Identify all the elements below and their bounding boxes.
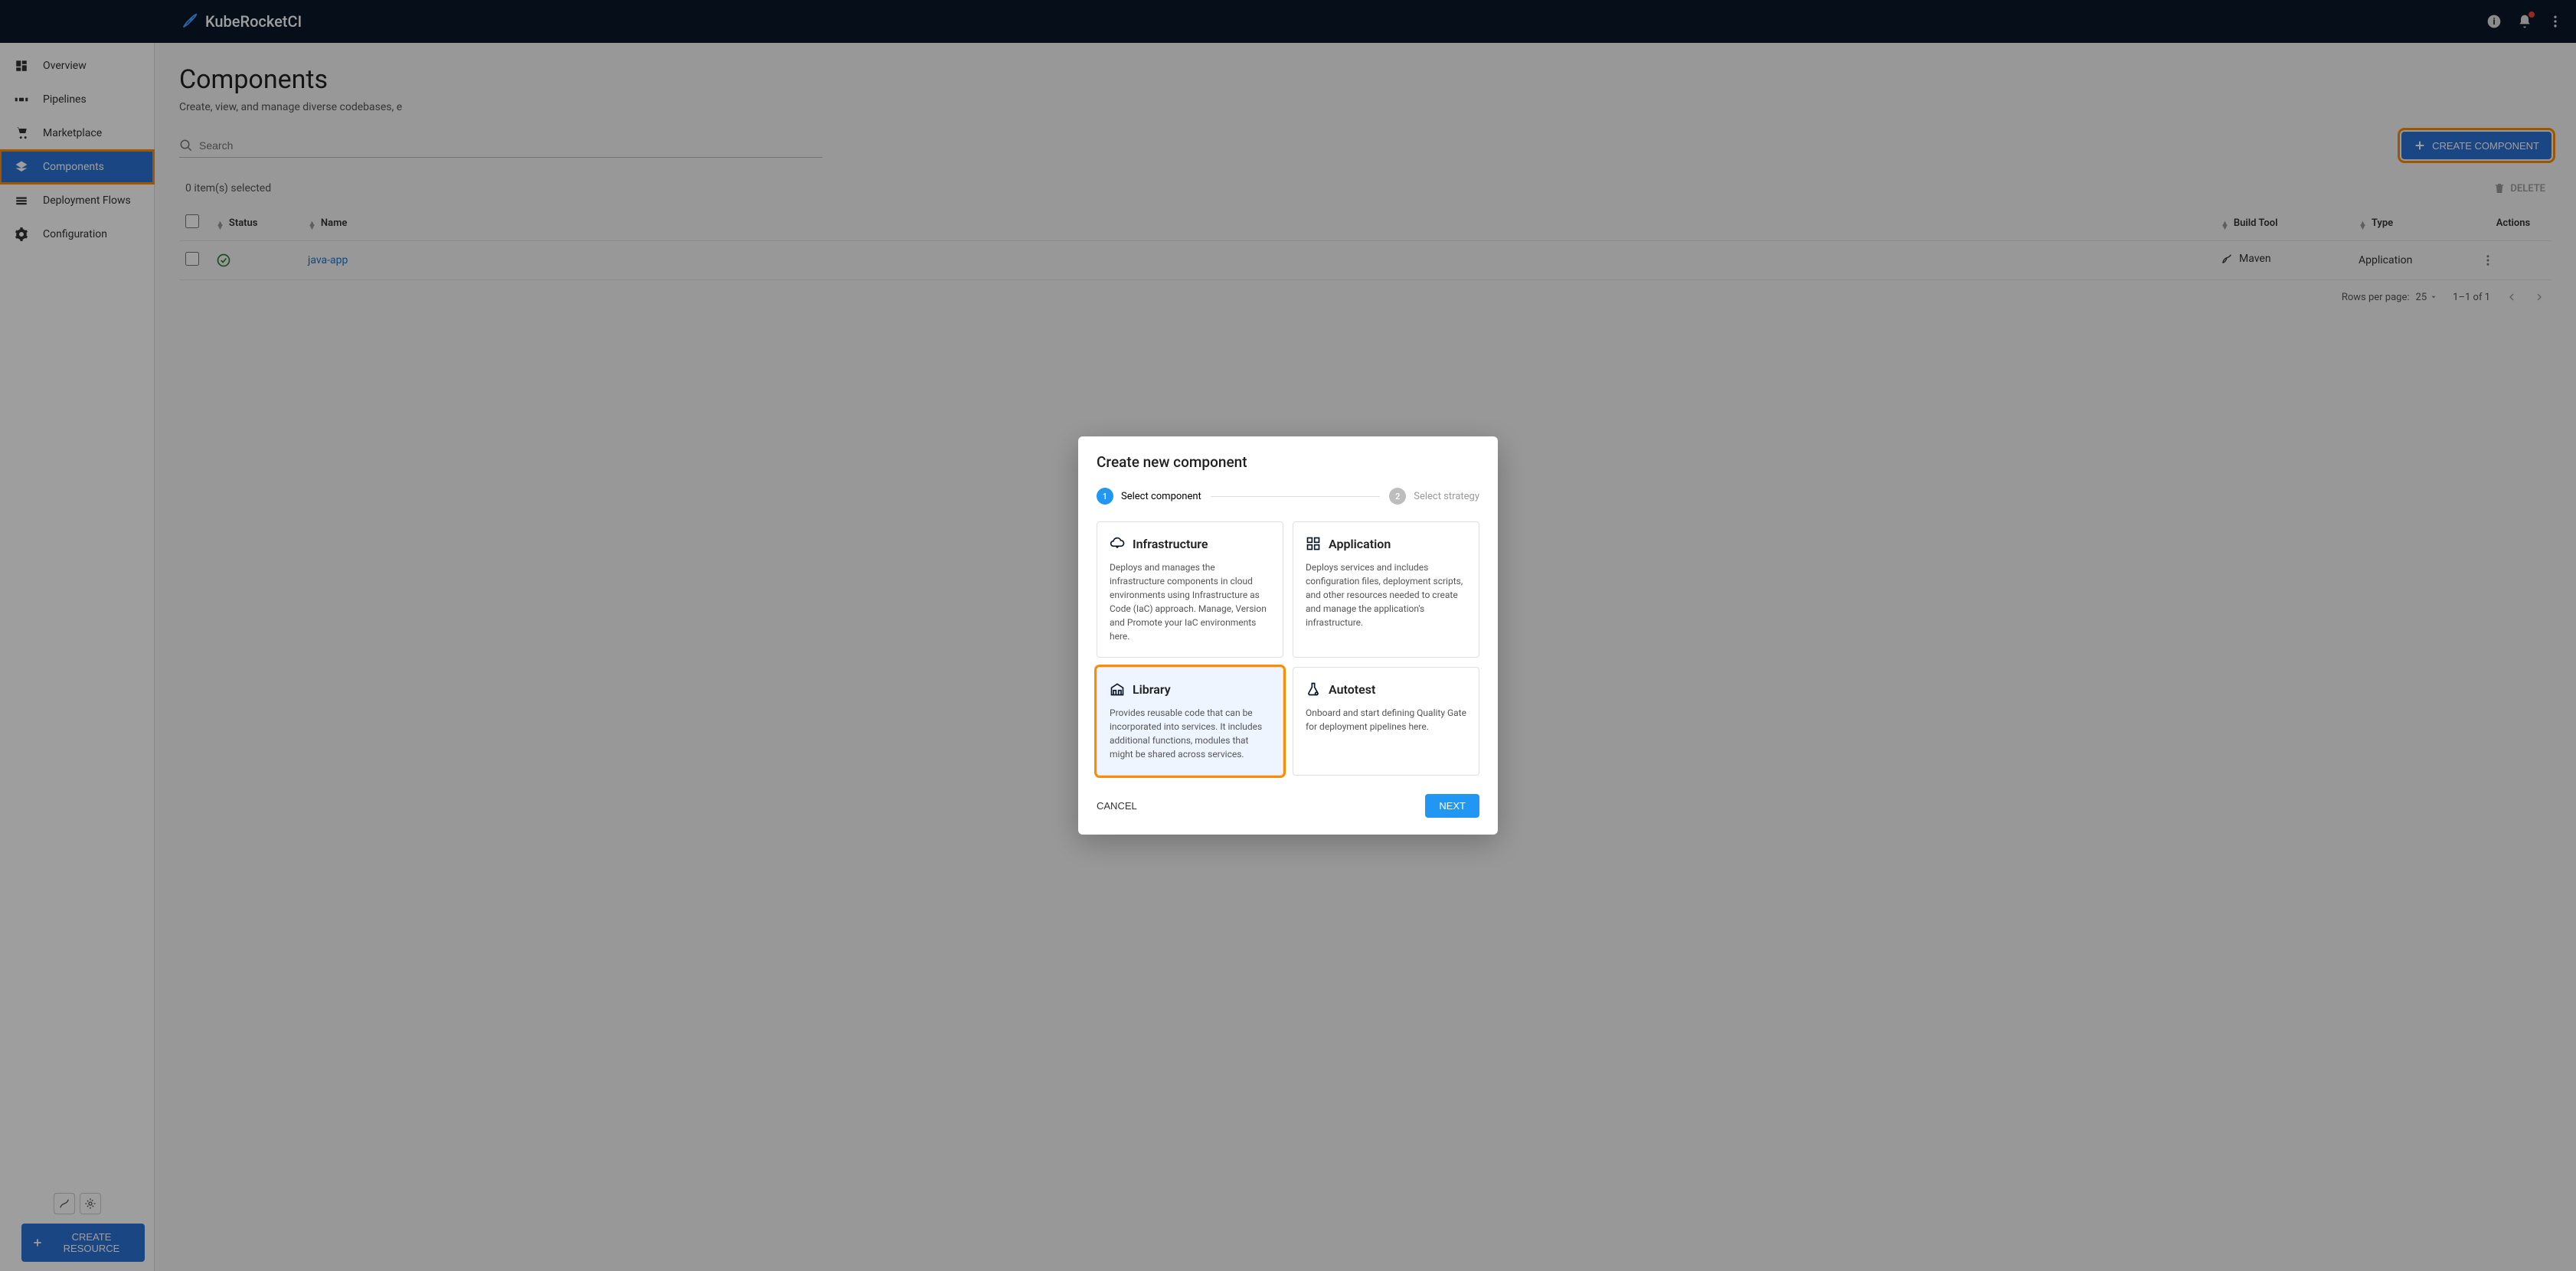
option-title: Library [1133,682,1171,697]
step-1: 1 Select component [1097,488,1201,505]
option-autotest[interactable]: Autotest Onboard and start defining Qual… [1293,667,1479,776]
option-title: Infrastructure [1133,537,1208,551]
option-application[interactable]: Application Deploys services and include… [1293,521,1479,658]
next-button[interactable]: NEXT [1425,794,1479,818]
option-library[interactable]: Library Provides reusable code that can … [1097,667,1283,776]
option-title: Autotest [1329,682,1375,697]
option-title: Application [1329,537,1391,551]
step-number: 2 [1389,488,1406,505]
cloud-icon [1110,536,1125,551]
flask-icon [1306,681,1321,697]
modal-title: Create new component [1097,453,1479,471]
cancel-button[interactable]: CANCEL [1097,800,1137,812]
option-desc: Provides reusable code that can be incor… [1110,706,1270,761]
step-label: Select component [1121,491,1201,502]
modal-overlay[interactable]: Create new component 1 Select component … [0,0,2576,1271]
create-component-modal: Create new component 1 Select component … [1078,436,1498,835]
step-2: 2 Select strategy [1389,488,1479,505]
apps-icon [1306,536,1321,551]
option-desc: Deploys services and includes configurat… [1306,560,1466,629]
step-label: Select strategy [1414,491,1479,502]
library-icon [1110,681,1125,697]
stepper: 1 Select component 2 Select strategy [1097,488,1479,505]
step-connector [1211,496,1380,497]
step-number: 1 [1097,488,1113,505]
option-infrastructure[interactable]: Infrastructure Deploys and manages the i… [1097,521,1283,658]
option-desc: Deploys and manages the infrastructure c… [1110,560,1270,643]
option-desc: Onboard and start defining Quality Gate … [1306,706,1466,734]
